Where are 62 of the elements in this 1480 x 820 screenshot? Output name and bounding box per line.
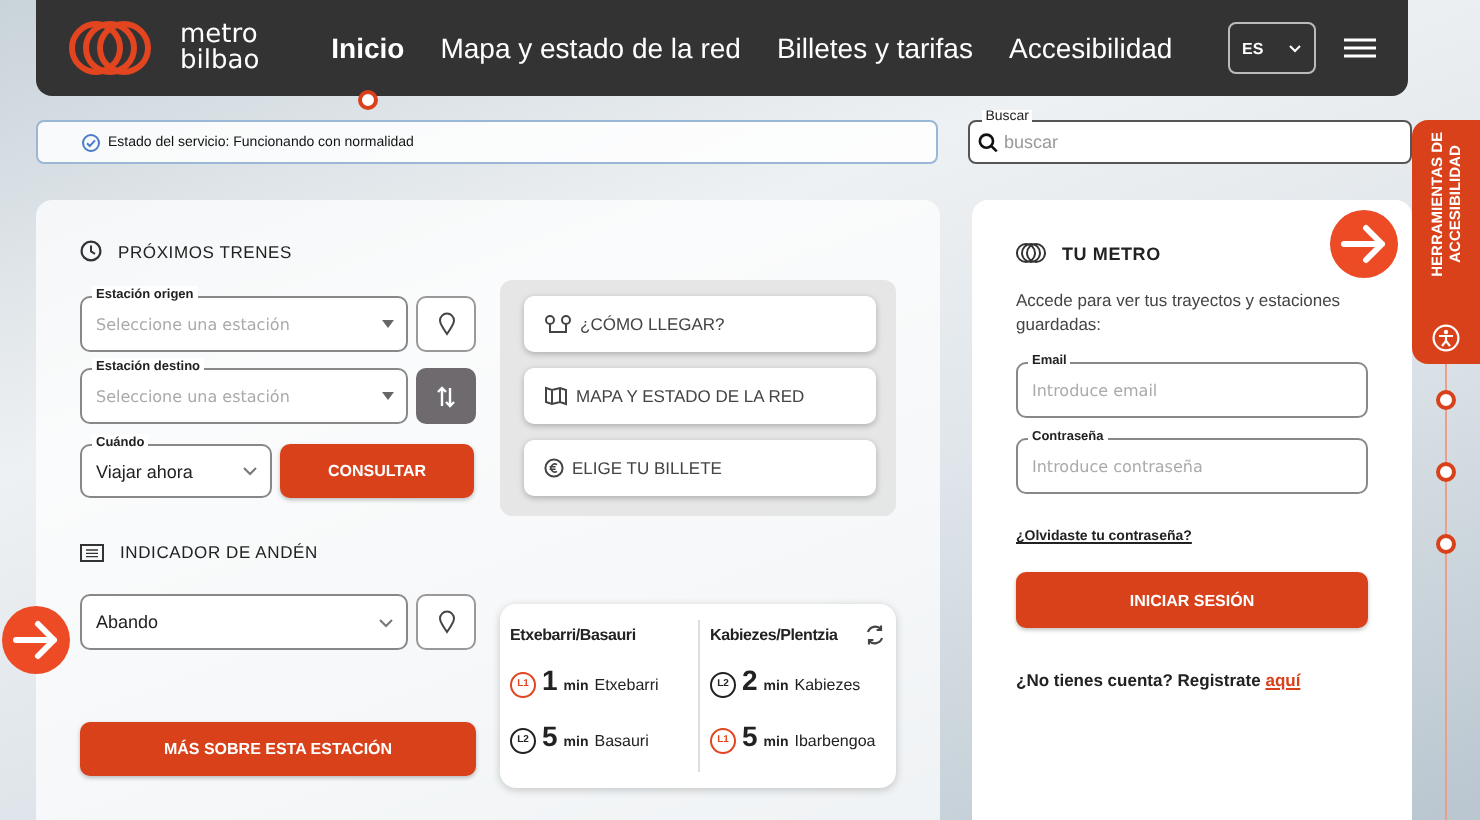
direction-name: Etxebarri/Basauri bbox=[510, 625, 636, 643]
refresh-icon[interactable] bbox=[864, 623, 886, 645]
login-button[interactable]: INICIAR SESIÓN bbox=[1016, 572, 1368, 628]
register-text: ¿No tienes cuenta? Registrate aquí bbox=[1016, 670, 1303, 690]
text-input[interactable]: Introduce email bbox=[1032, 364, 1354, 416]
display-board-icon bbox=[80, 543, 104, 561]
minutes-value: 5 bbox=[542, 720, 558, 752]
email-field[interactable]: Introduce email bbox=[1016, 362, 1368, 418]
chevron-icon bbox=[242, 466, 258, 476]
section-title: PRÓXIMOS TRENES bbox=[118, 241, 292, 261]
pin-icon bbox=[437, 610, 455, 634]
search-field[interactable]: buscar bbox=[967, 120, 1412, 164]
minutes-value: 5 bbox=[742, 720, 758, 752]
quick-link-button[interactable]: ¿CÓMO LLEGAR? bbox=[524, 296, 876, 352]
nav-link[interactable]: Accesibilidad bbox=[1008, 32, 1173, 64]
location-button[interactable] bbox=[416, 594, 476, 650]
map-icon bbox=[544, 386, 568, 406]
consult-button[interactable]: CONSULTAR bbox=[280, 444, 474, 498]
route-icon bbox=[544, 314, 572, 334]
minutes-value: 2 bbox=[742, 664, 758, 696]
direction-name: Kabiezes/Plentzia bbox=[710, 625, 838, 643]
location-button[interactable] bbox=[416, 296, 476, 352]
search-icon bbox=[977, 131, 998, 153]
quick-link-button[interactable]: ELIGE TU BILLETE bbox=[524, 440, 876, 496]
chevron-icon bbox=[378, 617, 394, 627]
train-destination: Basauri bbox=[594, 732, 649, 750]
menu-icon[interactable] bbox=[1344, 38, 1376, 58]
register-link[interactable]: aquí bbox=[1265, 670, 1301, 690]
text-input[interactable]: Introduce contraseña bbox=[1032, 440, 1354, 492]
password-field[interactable]: Introduce contraseña bbox=[1016, 438, 1368, 494]
text-input[interactable]: Seleccione una estación bbox=[96, 370, 374, 422]
logo-text: metro bilbao bbox=[180, 22, 260, 74]
station-info-button[interactable]: MÁS SOBRE ESTA ESTACIÓN bbox=[80, 722, 476, 776]
clock-icon bbox=[80, 240, 102, 262]
nav-link[interactable]: Mapa y estado de la red bbox=[440, 32, 741, 64]
train-destination: Etxebarri bbox=[594, 676, 659, 694]
intro-text: Accede para ver tus trayectos y estaciones guardadas: bbox=[1016, 288, 1343, 336]
station-select[interactable]: Seleccione una estación bbox=[80, 368, 408, 424]
nav-link[interactable]: Billetes y tarifas bbox=[776, 32, 973, 64]
when-select[interactable]: Viajar ahora bbox=[80, 444, 272, 498]
text-input[interactable]: Seleccione una estación bbox=[96, 298, 374, 350]
section-title: INDICADOR DE ANDÉN bbox=[120, 542, 318, 562]
nav-link[interactable]: Inicio bbox=[331, 32, 405, 64]
train-destination: Ibarbengoa bbox=[794, 732, 876, 750]
active-indicator-icon bbox=[357, 90, 378, 110]
caret-icon bbox=[382, 392, 394, 400]
swap-button[interactable] bbox=[416, 368, 476, 424]
minutes-value: 1 bbox=[542, 664, 558, 696]
logo-icon bbox=[68, 20, 152, 76]
accessibility-icon bbox=[1432, 324, 1460, 352]
check-circle-icon bbox=[82, 133, 100, 151]
swap-arrows-icon bbox=[436, 385, 456, 407]
station-select[interactable]: Abando bbox=[80, 594, 408, 650]
euro-icon bbox=[544, 458, 564, 478]
caret-icon bbox=[382, 320, 394, 328]
train-destination: Kabiezes bbox=[794, 676, 861, 694]
pin-icon bbox=[437, 312, 455, 336]
section-title: TU METRO bbox=[1062, 243, 1161, 263]
chevron-icon bbox=[1288, 43, 1302, 53]
rings-icon bbox=[1016, 242, 1046, 264]
quick-link-button[interactable]: MAPA Y ESTADO DE LA RED bbox=[524, 368, 876, 424]
language-select[interactable]: ES bbox=[1228, 22, 1316, 74]
